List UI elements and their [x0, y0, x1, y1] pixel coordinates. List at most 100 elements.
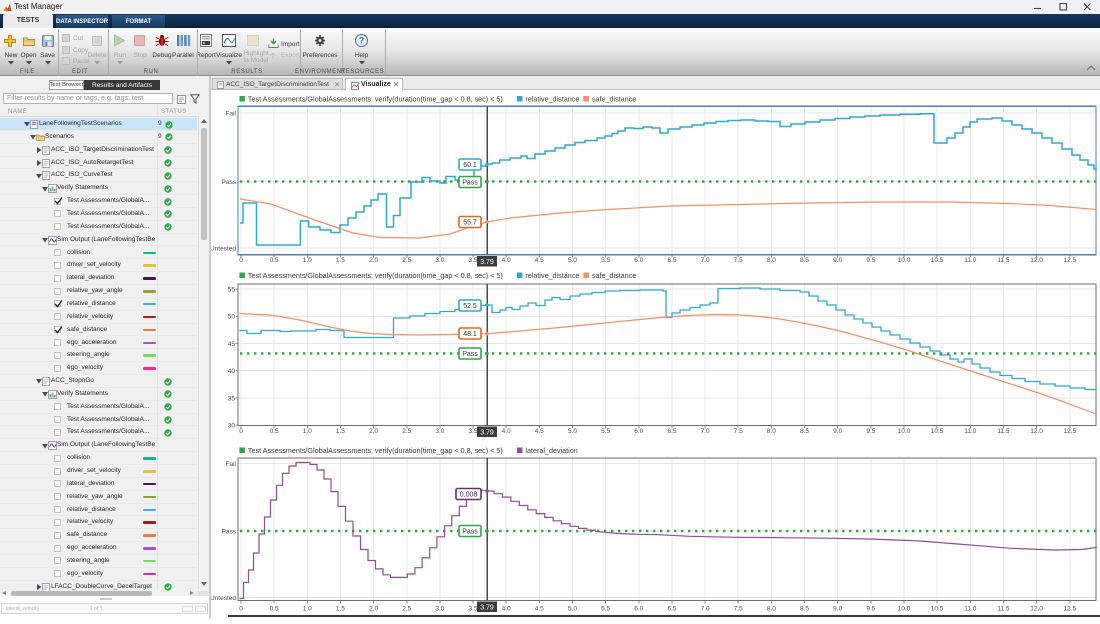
svg-text:5.5: 5.5 [601, 428, 610, 435]
svg-text:35: 35 [228, 395, 236, 402]
svg-text:1.5: 1.5 [336, 257, 345, 264]
svg-text:12.5: 12.5 [1063, 257, 1076, 264]
svg-text:40: 40 [228, 368, 236, 375]
svg-text:Pass: Pass [222, 529, 237, 536]
svg-text:safe_distance: safe_distance [592, 271, 636, 280]
svg-text:9.0: 9.0 [833, 606, 842, 613]
svg-text:2.5: 2.5 [402, 606, 411, 613]
svg-text:8.5: 8.5 [800, 428, 809, 435]
svg-text:52.5: 52.5 [463, 303, 477, 310]
svg-text:3.5: 3.5 [468, 428, 477, 435]
svg-text:30: 30 [228, 423, 236, 430]
svg-text:3.0: 3.0 [435, 428, 444, 435]
svg-text:Pass: Pass [222, 179, 237, 186]
svg-text:8.5: 8.5 [800, 606, 809, 613]
svg-text:relative_distance: relative_distance [525, 95, 579, 104]
svg-text:10.5: 10.5 [931, 257, 944, 264]
svg-text:11.5: 11.5 [997, 428, 1010, 435]
svg-text:4.0: 4.0 [502, 428, 511, 435]
svg-text:4.5: 4.5 [535, 257, 544, 264]
svg-text:lateral_deviation: lateral_deviation [525, 446, 577, 455]
svg-text:48.1: 48.1 [463, 331, 477, 338]
svg-text:1.0: 1.0 [303, 606, 312, 613]
svg-text:Test Assessments/GlobalAssessm: Test Assessments/GlobalAssessments: veri… [248, 446, 503, 455]
svg-text:Fail: Fail [226, 461, 237, 468]
svg-text:6.0: 6.0 [634, 606, 643, 613]
svg-text:Pass: Pass [462, 180, 478, 187]
svg-text:8.0: 8.0 [767, 606, 776, 613]
svg-text:10.0: 10.0 [898, 606, 911, 613]
svg-text:2.5: 2.5 [402, 428, 411, 435]
svg-text:3.5: 3.5 [468, 257, 477, 264]
svg-text:12.5: 12.5 [1063, 606, 1076, 613]
svg-text:6.5: 6.5 [667, 606, 676, 613]
svg-text:Untested: Untested [211, 246, 236, 253]
svg-text:safe_distance: safe_distance [592, 95, 636, 104]
svg-text:Fail: Fail [226, 111, 237, 118]
svg-text:7.5: 7.5 [734, 428, 743, 435]
svg-text:?: ? [359, 36, 365, 46]
svg-text:12.0: 12.0 [1030, 428, 1043, 435]
svg-text:10.5: 10.5 [931, 428, 944, 435]
svg-text:1.5: 1.5 [336, 606, 345, 613]
svg-text:9.5: 9.5 [866, 257, 875, 264]
svg-text:0.5: 0.5 [270, 606, 279, 613]
svg-text:1.5: 1.5 [336, 428, 345, 435]
svg-text:6.0: 6.0 [634, 257, 643, 264]
svg-text:3.79: 3.79 [480, 429, 494, 436]
svg-text:2.0: 2.0 [369, 606, 378, 613]
svg-text:5.0: 5.0 [568, 606, 577, 613]
svg-text:2.0: 2.0 [369, 257, 378, 264]
svg-text:11.5: 11.5 [997, 606, 1010, 613]
svg-text:7.0: 7.0 [701, 257, 710, 264]
svg-text:12.0: 12.0 [1030, 606, 1043, 613]
svg-text:7.5: 7.5 [734, 257, 743, 264]
svg-text:4.5: 4.5 [535, 606, 544, 613]
svg-text:Untested: Untested [211, 595, 236, 602]
svg-text:3.79: 3.79 [480, 604, 494, 611]
svg-text:9.5: 9.5 [866, 428, 875, 435]
svg-text:0: 0 [239, 606, 243, 613]
svg-text:6.5: 6.5 [667, 257, 676, 264]
svg-text:55: 55 [228, 287, 236, 294]
svg-text:5.5: 5.5 [601, 606, 610, 613]
svg-text:5.0: 5.0 [568, 257, 577, 264]
svg-text:10.0: 10.0 [898, 428, 911, 435]
svg-text:0: 0 [239, 428, 243, 435]
svg-text:0.5: 0.5 [270, 257, 279, 264]
svg-text:4.0: 4.0 [502, 606, 511, 613]
svg-text:60.1: 60.1 [463, 162, 477, 169]
svg-text:4.0: 4.0 [502, 257, 511, 264]
svg-text:11.5: 11.5 [997, 257, 1010, 264]
svg-text:11.0: 11.0 [964, 606, 977, 613]
svg-text:10.0: 10.0 [898, 257, 911, 264]
svg-text:5.5: 5.5 [601, 257, 610, 264]
svg-text:relative_distance: relative_distance [525, 271, 579, 280]
svg-text:6.0: 6.0 [634, 428, 643, 435]
svg-text:1.0: 1.0 [303, 257, 312, 264]
svg-text:7.5: 7.5 [734, 606, 743, 613]
svg-text:11.0: 11.0 [964, 257, 977, 264]
svg-text:55.7: 55.7 [463, 220, 477, 227]
svg-text:6.5: 6.5 [667, 428, 676, 435]
svg-text:Test Assessments/GlobalAssessm: Test Assessments/GlobalAssessments: veri… [248, 271, 503, 280]
svg-text:4.5: 4.5 [535, 428, 544, 435]
svg-text:9.5: 9.5 [866, 606, 875, 613]
svg-text:9.0: 9.0 [833, 428, 842, 435]
svg-text:2.0: 2.0 [369, 428, 378, 435]
svg-text:9.0: 9.0 [833, 257, 842, 264]
svg-text:0.5: 0.5 [270, 428, 279, 435]
svg-text:12.5: 12.5 [1063, 428, 1076, 435]
svg-text:0: 0 [239, 257, 243, 264]
svg-text:10.5: 10.5 [931, 606, 944, 613]
svg-text:Test Assessments/GlobalAssessm: Test Assessments/GlobalAssessments: veri… [248, 95, 503, 104]
svg-text:0.008: 0.008 [460, 492, 478, 499]
svg-text:8.0: 8.0 [767, 428, 776, 435]
svg-text:8.0: 8.0 [767, 257, 776, 264]
svg-text:2.5: 2.5 [402, 257, 411, 264]
svg-text:11.0: 11.0 [964, 428, 977, 435]
svg-text:3.0: 3.0 [435, 606, 444, 613]
svg-text:7.0: 7.0 [701, 428, 710, 435]
svg-text:45: 45 [228, 341, 236, 348]
svg-text:8.5: 8.5 [800, 257, 809, 264]
